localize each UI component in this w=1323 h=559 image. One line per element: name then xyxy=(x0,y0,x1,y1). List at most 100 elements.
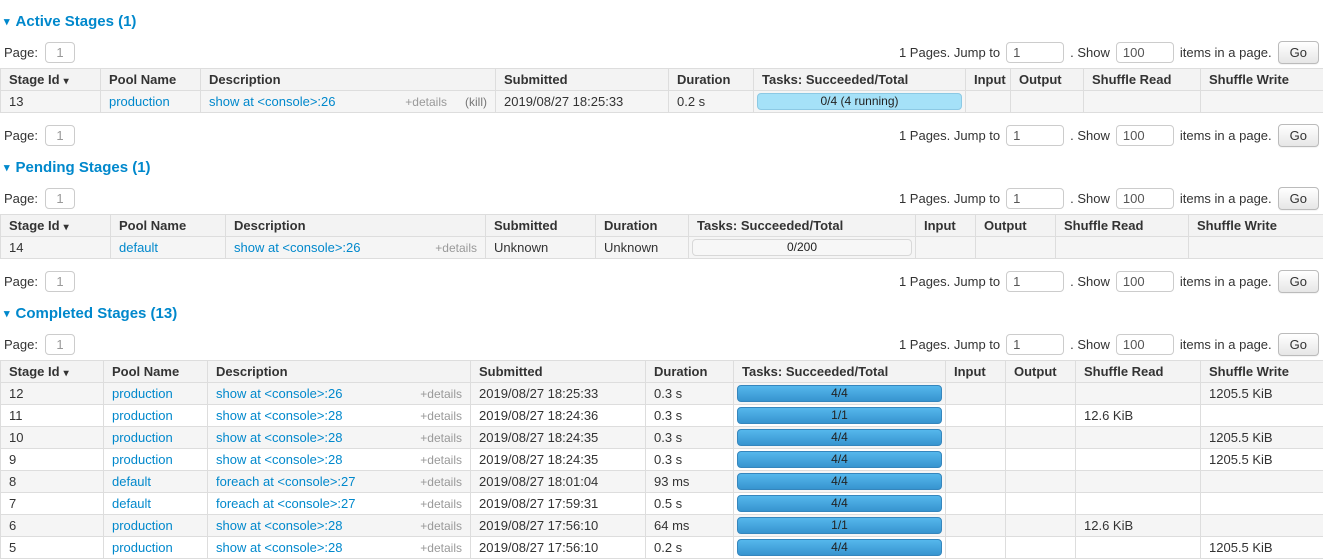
details-toggle-link[interactable]: +details xyxy=(420,431,462,445)
page-number-input[interactable] xyxy=(45,188,75,209)
description-wrap: show at <console>:26 +details (kill) xyxy=(209,94,487,109)
column-header-shuffle-read[interactable]: Shuffle Read xyxy=(1084,69,1201,91)
go-button[interactable]: Go xyxy=(1278,41,1319,64)
items-per-page-input[interactable] xyxy=(1116,334,1174,355)
column-header-pool-name[interactable]: Pool Name xyxy=(111,215,226,237)
column-header-tasks-succeeded-total[interactable]: Tasks: Succeeded/Total xyxy=(754,69,966,91)
section-heading-completed[interactable]: ▾Completed Stages (13) xyxy=(4,305,1323,322)
details-toggle-link[interactable]: +details xyxy=(420,475,462,489)
column-header-shuffle-read[interactable]: Shuffle Read xyxy=(1076,361,1201,383)
column-header-submitted[interactable]: Submitted xyxy=(496,69,669,91)
column-header-shuffle-read[interactable]: Shuffle Read xyxy=(1056,215,1189,237)
input-cell xyxy=(946,515,1006,537)
jump-to-page-input[interactable] xyxy=(1006,271,1064,292)
details-toggle-link[interactable]: +details xyxy=(420,519,462,533)
pool-name-link[interactable]: default xyxy=(112,474,151,489)
pool-name-link[interactable]: production xyxy=(109,94,170,109)
pool-name-link[interactable]: production xyxy=(112,540,173,555)
jump-to-page-input[interactable] xyxy=(1006,42,1064,63)
page-number-input[interactable] xyxy=(45,125,75,146)
items-per-page-input[interactable] xyxy=(1116,125,1174,146)
jump-to-page-input[interactable] xyxy=(1006,125,1064,146)
page-number-input[interactable] xyxy=(45,334,75,355)
items-per-page-input[interactable] xyxy=(1116,271,1174,292)
column-header-label: Tasks: Succeeded/Total xyxy=(762,72,908,87)
description-link[interactable]: show at <console>:26 xyxy=(209,94,335,109)
description-link[interactable]: show at <console>:26 xyxy=(216,386,342,401)
pool-name-link[interactable]: default xyxy=(112,496,151,511)
column-header-duration[interactable]: Duration xyxy=(596,215,689,237)
column-header-submitted[interactable]: Submitted xyxy=(486,215,596,237)
description-link[interactable]: show at <console>:26 xyxy=(234,240,360,255)
pagination-left: Page: xyxy=(4,334,75,355)
details-toggle-link[interactable]: +details xyxy=(435,241,477,255)
details-toggle-link[interactable]: +details xyxy=(405,95,447,109)
description-link[interactable]: foreach at <console>:27 xyxy=(216,496,356,511)
items-per-page-input[interactable] xyxy=(1116,188,1174,209)
go-button[interactable]: Go xyxy=(1278,124,1319,147)
section-heading-pending[interactable]: ▾Pending Stages (1) xyxy=(4,159,1323,176)
page-label: Page: xyxy=(4,274,38,289)
sort-arrow-icon: ▾ xyxy=(64,76,69,87)
description-link[interactable]: show at <console>:28 xyxy=(216,452,342,467)
page-number-input[interactable] xyxy=(45,271,75,292)
description-link[interactable]: show at <console>:28 xyxy=(216,430,342,445)
column-header-output[interactable]: Output xyxy=(976,215,1056,237)
description-link[interactable]: show at <console>:28 xyxy=(216,540,342,555)
column-header-pool-name[interactable]: Pool Name xyxy=(101,69,201,91)
column-header-output[interactable]: Output xyxy=(1006,361,1076,383)
column-header-stage-id[interactable]: Stage Id▾ xyxy=(1,69,101,91)
pool-name-cell: production xyxy=(104,383,208,405)
column-header-description[interactable]: Description xyxy=(226,215,486,237)
jump-to-page-input[interactable] xyxy=(1006,188,1064,209)
go-button[interactable]: Go xyxy=(1278,270,1319,293)
column-header-input[interactable]: Input xyxy=(946,361,1006,383)
column-header-pool-name[interactable]: Pool Name xyxy=(104,361,208,383)
column-header-tasks-succeeded-total[interactable]: Tasks: Succeeded/Total xyxy=(734,361,946,383)
column-header-stage-id[interactable]: Stage Id▾ xyxy=(1,215,111,237)
description-link[interactable]: foreach at <console>:27 xyxy=(216,474,356,489)
stage-id-cell: 11 xyxy=(1,405,104,427)
details-toggle-link[interactable]: +details xyxy=(420,453,462,467)
pool-name-link[interactable]: production xyxy=(112,430,173,445)
column-header-shuffle-write[interactable]: Shuffle Write xyxy=(1189,215,1323,237)
kill-link[interactable]: (kill) xyxy=(465,95,487,109)
details-toggle-link[interactable]: +details xyxy=(420,409,462,423)
details-toggle-link[interactable]: +details xyxy=(420,387,462,401)
pool-name-link[interactable]: default xyxy=(119,240,158,255)
column-header-input[interactable]: Input xyxy=(916,215,976,237)
go-button[interactable]: Go xyxy=(1278,187,1319,210)
column-header-description[interactable]: Description xyxy=(201,69,496,91)
description-cell: show at <console>:26 +details xyxy=(208,383,471,405)
stage-id-cell: 13 xyxy=(1,91,101,113)
shuffle-read-cell xyxy=(1076,471,1201,493)
tasks-progress-label: 4/4 xyxy=(738,452,941,467)
details-toggle-link[interactable]: +details xyxy=(420,541,462,555)
pool-name-cell: production xyxy=(101,91,201,113)
items-per-page-input[interactable] xyxy=(1116,42,1174,63)
column-header-shuffle-write[interactable]: Shuffle Write xyxy=(1201,361,1323,383)
column-header-tasks-succeeded-total[interactable]: Tasks: Succeeded/Total xyxy=(689,215,916,237)
description-link[interactable]: show at <console>:28 xyxy=(216,408,342,423)
column-header-duration[interactable]: Duration xyxy=(646,361,734,383)
column-header-duration[interactable]: Duration xyxy=(669,69,754,91)
column-header-description[interactable]: Description xyxy=(208,361,471,383)
pool-name-link[interactable]: production xyxy=(112,386,173,401)
page-number-input[interactable] xyxy=(45,42,75,63)
jump-to-page-input[interactable] xyxy=(1006,334,1064,355)
column-header-shuffle-write[interactable]: Shuffle Write xyxy=(1201,69,1323,91)
column-header-output[interactable]: Output xyxy=(1011,69,1084,91)
column-header-input[interactable]: Input xyxy=(966,69,1011,91)
section-heading-active[interactable]: ▾Active Stages (1) xyxy=(4,13,1323,30)
pool-name-link[interactable]: production xyxy=(112,452,173,467)
pool-name-link[interactable]: production xyxy=(112,518,173,533)
column-header-stage-id[interactable]: Stage Id▾ xyxy=(1,361,104,383)
description-link[interactable]: show at <console>:28 xyxy=(216,518,342,533)
column-header-submitted[interactable]: Submitted xyxy=(471,361,646,383)
details-toggle-link[interactable]: +details xyxy=(420,497,462,511)
input-cell xyxy=(946,537,1006,559)
description-cell: show at <console>:28 +details xyxy=(208,405,471,427)
show-label: . Show xyxy=(1070,274,1110,289)
go-button[interactable]: Go xyxy=(1278,333,1319,356)
pool-name-link[interactable]: production xyxy=(112,408,173,423)
